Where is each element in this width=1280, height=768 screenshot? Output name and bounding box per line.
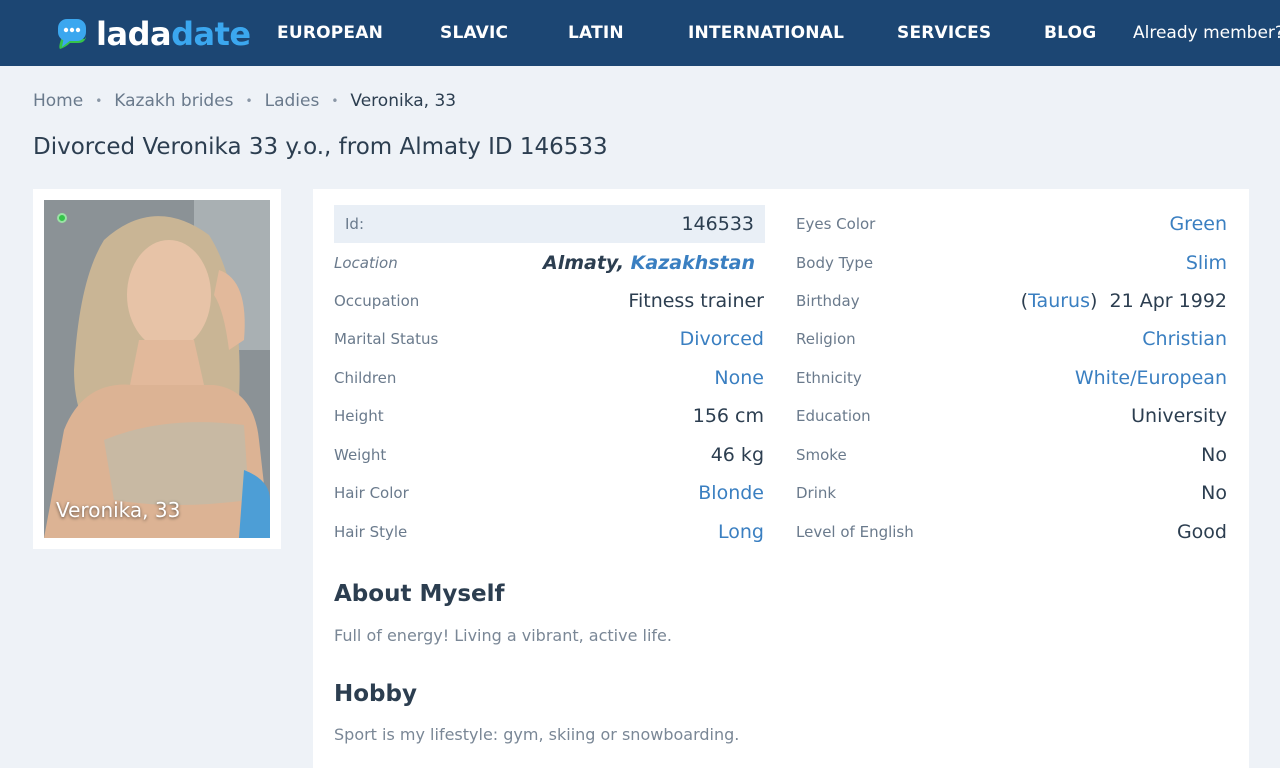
field-value-link[interactable]: Slim [1186,252,1227,274]
field-value: University [1131,405,1227,427]
field-value-link[interactable]: Divorced [680,328,764,350]
location-country-link[interactable]: Kazakhstan [631,252,755,274]
field-religion: Religion Christian [796,320,1227,358]
breadcrumb-separator: • [331,94,339,108]
field-eyes-color: Eyes Color Green [796,205,1227,243]
location-city: Almaty, [543,252,625,274]
field-location: Location Almaty, Kazakhstan [334,244,764,282]
profile-id-value: 146533 [681,213,754,235]
field-label: Id: [345,215,364,233]
field-label: Smoke [796,446,847,464]
field-value: 156 cm [692,405,764,427]
field-label: Weight [334,446,387,464]
page-title: Divorced Veronika 33 y.o., from Almaty I… [33,134,608,160]
field-value-link[interactable]: Blonde [698,482,764,504]
field-body-type: Body Type Slim [796,244,1227,282]
about-text: Full of energy! Living a vibrant, active… [334,626,672,645]
field-value-link[interactable]: Christian [1142,328,1227,350]
field-label: Ethnicity [796,369,862,387]
birthday-value: (Taurus) 21 Apr 1992 [1020,290,1227,312]
field-hair-style: Hair Style Long [334,513,764,551]
field-drink: Drink No [796,474,1227,512]
field-english-level: Level of English Good [796,513,1227,551]
field-label: Hair Color [334,484,409,502]
nav-services[interactable]: SERVICES [897,0,991,66]
nav-blog[interactable]: BLOG [1044,0,1096,66]
breadcrumb-kazakh-brides[interactable]: Kazakh brides [114,91,233,111]
field-weight: Weight 46 kg [334,436,764,474]
field-value: 46 kg [710,444,764,466]
field-marital-status: Marital Status Divorced [334,320,764,358]
field-label: Children [334,369,397,387]
breadcrumb-separator: • [95,94,103,108]
field-value: No [1201,444,1227,466]
field-occupation: Occupation Fitness trainer [334,282,764,320]
nav-international[interactable]: INTERNATIONAL [688,0,844,66]
nav-slavic[interactable]: SLAVIC [440,0,508,66]
photo-caption: Veronika, 33 [56,498,181,522]
breadcrumb: Home • Kazakh brides • Ladies • Veronika… [33,89,456,113]
field-value: Good [1176,521,1227,543]
field-label: Marital Status [334,330,439,348]
hobby-text: Sport is my lifestyle: gym, skiing or sn… [334,725,740,744]
field-label: Religion [796,330,856,348]
field-ethnicity: Ethnicity White/European [796,359,1227,397]
field-label: Hair Style [334,523,408,541]
profile-photo-card: Veronika, 33 [33,189,281,549]
breadcrumb-ladies[interactable]: Ladies [265,91,320,111]
field-value: No [1201,482,1227,504]
field-label: Occupation [334,292,420,310]
zodiac-link[interactable]: Taurus [1028,290,1090,312]
birthday-date: 21 Apr 1992 [1109,290,1227,312]
field-value-link[interactable]: White/European [1075,367,1227,389]
field-children: Children None [334,359,764,397]
chat-bubble-icon [56,17,88,51]
field-value-link[interactable]: Long [718,521,764,543]
field-id: Id: 146533 [334,205,765,243]
profile-photo[interactable]: Veronika, 33 [44,200,270,538]
field-value: Fitness trainer [628,290,764,312]
field-label: Level of English [796,523,914,541]
online-status-indicator [57,213,67,223]
field-label: Height [334,407,384,425]
field-smoke: Smoke No [796,436,1227,474]
field-label: Education [796,407,871,425]
site-logo[interactable]: ladadate [56,14,251,54]
breadcrumb-separator: • [245,94,253,108]
field-label: Eyes Color [796,215,876,233]
login-link[interactable]: Already member? [1133,0,1280,66]
field-education: Education University [796,397,1227,435]
field-label: Location [334,254,398,272]
nav-european[interactable]: EUROPEAN [277,0,383,66]
field-label: Drink [796,484,837,502]
profile-details-card: Id: 146533 Location Almaty, Kazakhstan O… [313,189,1249,768]
logo-text-date: date [171,15,251,53]
hobby-heading: Hobby [334,681,417,707]
field-hair-color: Hair Color Blonde [334,474,764,512]
about-heading: About Myself [334,581,505,607]
field-label: Body Type [796,254,874,272]
field-height: Height 156 cm [334,397,764,435]
breadcrumb-current: Veronika, 33 [350,91,457,111]
breadcrumb-home[interactable]: Home [33,91,83,111]
field-value-link[interactable]: Green [1169,213,1227,235]
field-value-link[interactable]: None [714,367,764,389]
field-label: Birthday [796,292,860,310]
nav-latin[interactable]: LATIN [568,0,624,66]
logo-text-lada: lada [96,15,172,53]
top-navigation-bar: ladadate EUROPEAN SLAVIC LATIN INTERNATI… [0,0,1280,66]
field-birthday: Birthday (Taurus) 21 Apr 1992 [796,282,1227,320]
